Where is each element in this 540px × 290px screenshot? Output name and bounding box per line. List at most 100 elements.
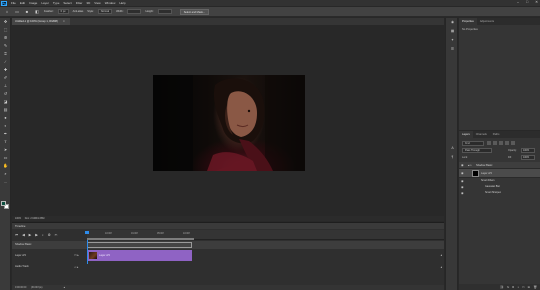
clone-stamp-icon[interactable]: ⊥ [0,82,11,90]
add-selection-icon[interactable]: ◧ [34,9,40,15]
menu-image[interactable]: Image [29,1,37,5]
layer-row-menu-icon[interactable]: ◂ [440,250,442,261]
audio-icon[interactable]: ♪ [42,233,44,237]
more-tools-icon[interactable]: … [0,178,11,186]
audio-row-menu-icon[interactable]: ◂ [440,263,442,271]
menu-filter[interactable]: Filter [76,1,83,5]
blur-icon[interactable]: ● [0,114,11,122]
quick-select-icon[interactable]: ✎ [0,42,11,50]
play-icon[interactable]: ▶ [29,233,32,237]
gradient-icon[interactable]: ▤ [0,106,11,114]
minimize-button[interactable]: – [517,0,519,4]
paragraph-panel-icon[interactable]: ¶ [446,153,459,162]
marquee-preset-icon[interactable]: ▭ [14,9,20,15]
timeline-ruler[interactable]: 10:00f 01:00f 05:00f 10:00f [87,230,444,240]
type-icon[interactable]: T [0,138,11,146]
style-select[interactable]: Normal [97,9,113,14]
healing-brush-icon[interactable]: ✚ [0,66,11,74]
add-mask-icon[interactable]: ◘ [512,284,514,290]
tab-channels[interactable]: Channels [473,131,490,138]
link-layers-icon[interactable]: ⛓ [500,284,504,290]
pixel-filter-icon[interactable] [487,141,491,145]
tab-layers[interactable]: Layers [459,131,473,138]
smart-object-filter-icon[interactable] [511,141,515,145]
close-tab-icon[interactable]: × [63,18,65,25]
adjustment-filter-icon[interactable] [493,141,497,145]
eraser-icon[interactable]: ◪ [0,98,11,106]
learn-panel-icon[interactable]: ✦ [446,36,459,45]
delete-layer-icon[interactable]: 🗑 [533,284,537,290]
first-frame-icon[interactable]: ⏮ [15,233,18,237]
layer-name[interactable]: Layer 2/3 [481,169,492,178]
opacity-input[interactable]: 100% [521,148,535,153]
menu-select[interactable]: Select [63,1,71,5]
layer-clip[interactable]: Layer 2/3 [87,250,192,261]
type-filter-icon[interactable] [499,141,503,145]
home-icon[interactable]: ⌂ [4,9,10,15]
layer-name[interactable]: Shadow Basic [476,162,492,169]
visibility-eye-icon[interactable]: ◉ [461,169,466,178]
rectangle-icon[interactable]: ▭ [0,154,11,162]
menu-view[interactable]: View [94,1,100,5]
settings-icon[interactable]: ⚙ [48,233,51,237]
swatches-panel-icon[interactable]: ▦ [446,27,459,36]
adjustment-layer-icon[interactable]: ◑ [517,284,519,290]
new-layer-icon[interactable]: ⊞ [528,284,531,290]
libraries-panel-icon[interactable]: ☰ [446,45,459,54]
history-brush-icon[interactable]: ↺ [0,90,11,98]
document-tab[interactable]: Untitled-1 @ 100% (Group 1, RGB/8) [12,18,70,25]
layer-filter-select[interactable]: Kind [462,141,484,146]
document-image[interactable] [153,75,305,171]
timeline-audio-row[interactable]: Audio Track ♫ ▸ ◂ [12,263,444,271]
next-frame-icon[interactable]: ▶ [35,233,38,237]
menu-edit[interactable]: Edit [20,1,25,5]
layer-name[interactable]: Smart Sharpen [485,190,501,196]
blend-mode-select[interactable]: Pass Through [462,148,492,153]
width-input[interactable] [127,9,142,14]
new-selection-icon[interactable]: ■ [24,9,30,15]
marquee-icon[interactable]: ⬚ [0,26,11,34]
timeline-layer-row[interactable]: Layer 2/3 ▭ ▸ Layer 2/3 ◂ [12,250,444,261]
canvas-area[interactable] [12,25,444,216]
zoom-icon[interactable]: ⌕ [0,170,11,178]
foreground-color-swatch[interactable] [1,201,6,206]
path-select-icon[interactable]: ➤ [0,146,11,154]
audio-mute-icon[interactable]: ♫ ▸ [74,263,78,271]
menu-window[interactable]: Window [105,1,116,5]
lasso-icon[interactable]: ᘓ [0,34,11,42]
select-and-mask-button[interactable]: Select and Mask... [179,8,210,15]
menu-help[interactable]: Help [119,1,125,5]
height-input[interactable] [157,9,172,14]
menu-file[interactable]: File [11,1,16,5]
layer-row[interactable]: ◉ Smart Sharpen [459,190,540,196]
brush-icon[interactable]: ✐ [0,74,11,82]
color-panel-icon[interactable]: ◉ [446,18,459,27]
menu-3d[interactable]: 3D [86,1,90,5]
zoom-slider-icon[interactable]: ▲ [63,286,65,289]
prev-frame-icon[interactable]: ◀ [22,233,25,237]
fill-input[interactable]: 100% [521,155,535,160]
eyedropper-icon[interactable]: ⁄ [0,58,11,66]
layer-row[interactable]: ◉ ▸▭ Shadow Basic [459,162,540,169]
antialias-checkbox[interactable]: Anti-alias [73,10,84,13]
layer-row[interactable]: ◉ Layer 2/3 [459,169,540,178]
hand-icon[interactable]: ✋ [0,162,11,170]
shape-filter-icon[interactable] [505,141,509,145]
fx-icon[interactable]: fx [507,284,509,290]
crop-icon[interactable]: ⌗ [0,50,11,58]
group-clip[interactable] [87,242,192,248]
zoom-level[interactable]: 100% [15,217,21,220]
move-icon[interactable]: ✥ [0,18,11,26]
playhead-handle[interactable] [85,231,89,234]
feather-input[interactable]: 0 px [57,9,69,14]
timeline-group-row[interactable]: Shadow Basic [12,241,444,249]
maximize-button[interactable]: □ [526,0,528,4]
split-icon[interactable]: ✂ [55,233,58,237]
menu-type[interactable]: Type [53,1,60,5]
visibility-eye-icon[interactable]: ◉ [461,162,466,169]
layer-row-options-icon[interactable]: ▭ ▸ [74,250,79,261]
visibility-eye-icon[interactable]: ◉ [461,190,466,196]
tab-paths[interactable]: Paths [490,131,503,138]
character-panel-icon[interactable]: A [446,144,459,153]
work-area-bar[interactable] [87,238,194,240]
